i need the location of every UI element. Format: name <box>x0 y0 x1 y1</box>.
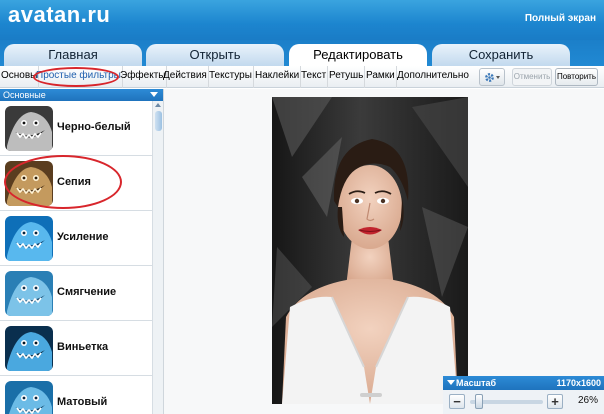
chevron-down-icon <box>150 92 158 97</box>
filter-item-matte[interactable]: Матовый <box>0 376 152 414</box>
image-size: 1170x1600 <box>556 378 601 388</box>
chevron-down-icon <box>447 380 455 385</box>
site-logo[interactable]: avatan.ru <box>8 2 110 28</box>
tab-save[interactable]: Сохранить <box>432 44 570 66</box>
shark-icon <box>5 106 53 151</box>
edited-photo[interactable] <box>272 97 468 404</box>
filter-thumb <box>5 216 53 261</box>
main-tabs: Главная Открыть Редактировать Сохранить <box>0 40 604 66</box>
filter-scrollbar[interactable] <box>152 101 163 414</box>
filter-label: Смягчение <box>57 286 117 298</box>
tab-open[interactable]: Открыть <box>146 44 284 66</box>
zoom-value: 26% <box>577 395 598 406</box>
category-label: Основные <box>3 90 46 100</box>
gear-icon <box>485 73 500 82</box>
filter-label: Матовый <box>57 396 108 408</box>
filter-thumb <box>5 271 53 316</box>
shark-icon <box>5 216 53 261</box>
zoom-slider-handle[interactable] <box>475 394 483 409</box>
zoom-header[interactable]: Масштаб 1170x1600 <box>443 376 604 390</box>
shark-icon <box>5 381 53 414</box>
redo-button[interactable]: Повторить <box>555 68 598 86</box>
zoom-panel: Масштаб 1170x1600 − + 26% <box>443 376 604 414</box>
zoom-in-button[interactable]: + <box>547 394 563 409</box>
toolbar-item-stickers[interactable]: Наклейки <box>254 66 302 88</box>
zoom-out-button[interactable]: − <box>449 394 465 409</box>
toolbar-item-more[interactable]: Дополнительно <box>396 66 470 88</box>
scroll-thumb[interactable] <box>155 111 162 131</box>
filter-list: Черно-белый Сепия Усиление Смягчение Вин… <box>0 101 152 414</box>
shark-icon <box>5 326 53 371</box>
annotation-circle <box>33 67 119 87</box>
tab-edit[interactable]: Редактировать <box>289 44 427 66</box>
fullscreen-button[interactable]: Полный экран <box>525 13 596 24</box>
filter-item-enhance[interactable]: Усиление <box>0 211 152 266</box>
filter-label: Усиление <box>57 231 109 243</box>
filter-thumb <box>5 381 53 414</box>
filter-item-vignette[interactable]: Виньетка <box>0 321 152 376</box>
shark-icon <box>5 271 53 316</box>
filter-item-soften[interactable]: Смягчение <box>0 266 152 321</box>
settings-dropdown[interactable] <box>479 68 505 86</box>
filter-label: Виньетка <box>57 341 109 353</box>
scroll-up-icon[interactable] <box>155 103 161 107</box>
toolbar-item-text[interactable]: Текст <box>300 66 329 88</box>
toolbar-item-frames[interactable]: Рамки <box>365 66 397 88</box>
toolbar-item-actions[interactable]: Действия <box>162 66 209 88</box>
filter-label: Черно-белый <box>57 121 131 133</box>
category-select[interactable]: Основные <box>0 89 163 101</box>
app-header: avatan.ru Полный экран <box>0 0 604 40</box>
portrait-image <box>272 97 468 404</box>
annotation-circle <box>4 155 122 209</box>
filter-thumb <box>5 106 53 151</box>
toolbar-item-retouch[interactable]: Ретушь <box>328 66 366 88</box>
tab-home[interactable]: Главная <box>4 44 142 66</box>
toolbar-item-effects[interactable]: Эффекты <box>119 66 168 88</box>
zoom-label: Масштаб <box>456 378 497 388</box>
filter-thumb <box>5 326 53 371</box>
toolbar-item-textures[interactable]: Текстуры <box>208 66 254 88</box>
zoom-controls: − + 26% <box>443 390 604 414</box>
filter-item-bw[interactable]: Черно-белый <box>0 101 152 156</box>
undo-button[interactable]: Отменить <box>512 68 552 86</box>
